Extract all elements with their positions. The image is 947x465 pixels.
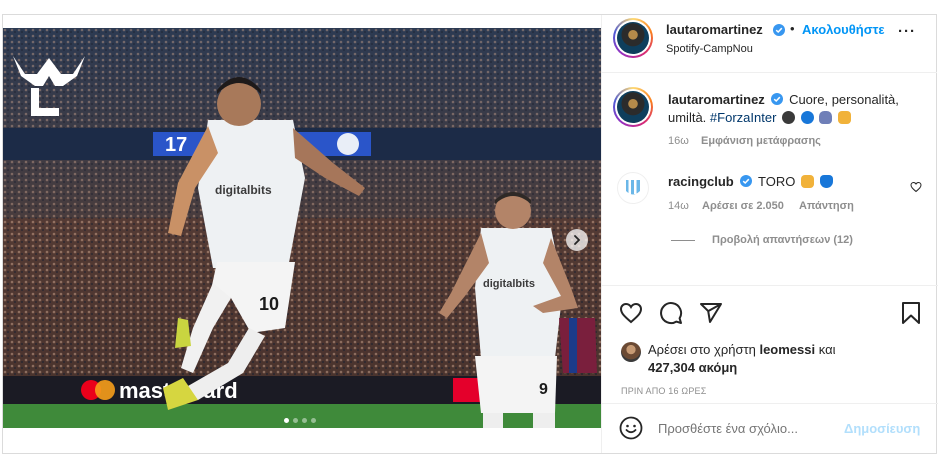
blue-heart-emoji (819, 175, 833, 188)
person-emoji (819, 111, 833, 124)
caption-time[interactable]: 16ω (668, 135, 689, 147)
racing-club-crest-icon (626, 180, 640, 195)
caption-line-1: lautaromartinez Cuore, personalità, (668, 92, 899, 107)
replies-divider (671, 240, 695, 241)
post-header: lautaromartinez • Ακολουθήστε Spotify-Ca… (602, 15, 937, 73)
shirt-sponsor-right: digitalbits (483, 278, 535, 290)
shirt-number-left: 10 (259, 294, 279, 314)
carousel-dot (311, 418, 316, 423)
liker-username[interactable]: leomessi (759, 342, 815, 357)
caption-username[interactable]: lautaromartinez (668, 92, 765, 107)
post-photo: 17 mastercard (3, 28, 601, 428)
comment-line: racingclub TORO (668, 174, 833, 189)
see-translation-button[interactable]: Εμφάνιση μετάφρασης (701, 135, 821, 147)
post-sidebar: lautaromartinez • Ακολουθήστε Spotify-Ca… (601, 15, 938, 453)
likes-prefix: Αρέσει στο χρήστη (648, 342, 756, 357)
post-dialog: 17 mastercard (2, 14, 938, 454)
verified-icon (771, 93, 784, 105)
carousel-dot (302, 418, 307, 423)
follow-button[interactable]: Ακολουθήστε (802, 22, 886, 37)
comment-time[interactable]: 14ω (668, 200, 689, 212)
flexed-biceps-emoji (837, 111, 851, 124)
comment-avatar[interactable] (617, 172, 649, 204)
flexed-biceps-emoji (800, 175, 814, 188)
author-avatar[interactable] (613, 18, 653, 58)
likes-count[interactable]: 427,304 ακόμη (648, 360, 737, 375)
header-separator: • (790, 21, 795, 36)
comment-username[interactable]: racingclub (668, 174, 734, 189)
shirt-sponsor-left: digitalbits (215, 183, 272, 197)
reply-button[interactable]: Απάντηση (799, 200, 854, 212)
caption-avatar[interactable] (613, 87, 653, 127)
comment-text: TORO (758, 174, 796, 189)
comment-composer: Δημοσίευση (602, 403, 938, 453)
post-media[interactable]: 17 mastercard (3, 28, 601, 428)
likes-suffix: και (818, 342, 836, 357)
next-slide-button[interactable] (566, 229, 588, 251)
carousel-indicator (284, 418, 316, 423)
author-username[interactable]: lautaromartinez (666, 22, 763, 37)
verified-icon (773, 24, 785, 36)
save-icon[interactable] (900, 301, 922, 325)
share-icon[interactable] (699, 301, 723, 325)
black-circle-emoji (782, 111, 796, 124)
comment-icon[interactable] (659, 301, 683, 325)
caption-text: Cuore, personalità, (789, 92, 899, 107)
comment-likes[interactable]: Αρέσει σε 2.050 (702, 200, 784, 212)
liker-avatar[interactable] (621, 342, 641, 362)
heart-icon[interactable] (619, 301, 643, 325)
carousel-dot (284, 418, 289, 423)
chevron-right-icon (574, 235, 581, 245)
shirt-number-right: 9 (539, 381, 548, 398)
caption-text-2: umiltà. (668, 110, 707, 125)
post-location[interactable]: Spotify-CampNou (666, 43, 753, 55)
blue-circle-emoji (800, 111, 814, 124)
caption-line-2: umiltà. #ForzaInter (668, 110, 851, 125)
post-timestamp[interactable]: ΠΡΙΝ ΑΠΟ 16 ΩΡΕΣ (621, 386, 707, 396)
carousel-dot (293, 418, 298, 423)
more-icon[interactable]: ··· (898, 23, 916, 40)
verified-icon (740, 175, 753, 187)
comment-input[interactable] (658, 417, 838, 439)
scoreboard-text: 17 (165, 134, 187, 156)
likes-line-1: Αρέσει στο χρήστη leomessi και (648, 342, 836, 357)
emoji-icon[interactable] (619, 416, 643, 440)
caption-hashtag[interactable]: #ForzaInter (710, 110, 776, 125)
post-comment-button[interactable]: Δημοσίευση (844, 421, 920, 436)
comment-like-heart-icon[interactable] (910, 181, 922, 193)
post-actions: Αρέσει στο χρήστη leomessi και 427,304 α… (602, 285, 938, 403)
view-replies-button[interactable]: Προβολή απαντήσεων (12) (712, 234, 853, 246)
